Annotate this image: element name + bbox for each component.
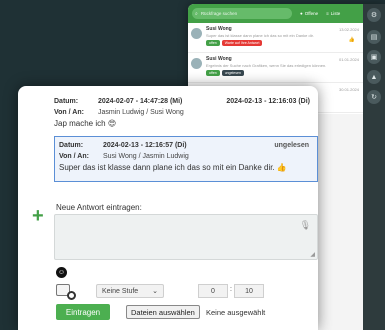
filter-list-button[interactable]: ≡ Liste [326,11,340,16]
heart-eyes-icon: 😍 [107,119,117,128]
chevron-down-icon: ⌄ [152,288,158,295]
alert-icon[interactable]: ▲ [367,70,381,84]
message-date: 30.01.2024 [338,87,359,92]
time-separator: : [230,286,232,293]
resize-handle-icon[interactable]: ◢ [310,251,315,258]
message-entry-selected[interactable]: Datum: 2024-02-13 - 12:16:57 (Di) ungele… [54,136,318,182]
date-value: 2024-02-13 - 12:16:57 (Di) [102,142,187,149]
level-select[interactable]: Keine Stufe ⌄ [96,284,164,298]
message-tags: offen Warte auf Ihre Antwort [206,40,359,46]
entry-from-to-line: Von / An: Susi Wong / Jasmin Ludwig [59,151,313,162]
right-icon-rail: ⚙ ▤ ▣ ▲ ↻ [363,4,385,330]
message-preview: Ergebnis der Suche nach Grafiken, wenn S… [206,63,327,68]
filter-open-button[interactable]: ● Offene [300,11,318,16]
message-date: 01.01.2024 [338,57,359,62]
avatar [191,28,202,39]
emoji-icon: ☺ [57,269,66,276]
message-sender: Susi Wong [206,26,232,32]
status-badge: Warte auf Ihre Antwort [221,40,263,46]
search-icon: ⌕ [195,10,198,17]
message-tags: offen ungelesen [206,70,359,76]
background-search-placeholder: Rückfrage suchen [200,11,238,16]
date-value: 2024-02-07 - 14:47:28 (Mi) [97,98,183,105]
refresh-icon[interactable]: ↻ [367,90,381,104]
thumbs-up-icon: 👍 [276,163,287,172]
list-item[interactable]: Susi Wong Super das ist klasse dann plan… [188,23,363,53]
choose-files-button[interactable]: Dateien auswählen [126,305,200,319]
date-label: Datum: [54,98,79,105]
date-label: Datum: [59,142,84,149]
reply-dialog: Datum: 2024-02-07 - 14:47:28 (Mi) 2024-0… [18,86,318,330]
status-badge: offen [206,70,220,76]
attachment-icon [67,291,76,300]
entry-from-to-line: Von / An: Jasmin Ludwig / Susi Wong [54,107,314,118]
plus-icon: + [32,205,44,227]
message-preview: Super das ist klasse dann plane ich das … [206,33,314,38]
from-to-value: Susi Wong / Jasmin Ludwig [102,153,189,160]
reply-label: Neue Antwort eintragen: [56,203,142,212]
settings-icon[interactable]: ⚙ [367,8,381,22]
message-date: 13.02.2024 [338,27,359,32]
status-badge: offen [206,40,220,46]
from-to-label: Von / An: [54,109,84,116]
message-text: Jap mache ich 😍 [54,119,117,128]
level-selected-value: Keine Stufe [102,287,139,295]
chat-icon[interactable]: ▤ [367,30,381,44]
entry-date-line: Datum: 2024-02-13 - 12:16:57 (Di) ungele… [59,140,313,151]
reply-textarea[interactable]: 🎙 ◢ [54,214,318,260]
list-item[interactable]: Susi Wong Ergebnis der Suche nach Grafik… [188,53,363,83]
folder-icon[interactable]: ▣ [367,50,381,64]
list-icon: ≡ [326,11,329,16]
message-sender: Susi Wong [206,56,232,62]
file-status: Keine ausgewählt [206,308,266,317]
hours-input[interactable]: 0 [198,284,228,298]
message-entry: Datum: 2024-02-07 - 14:47:28 (Mi) 2024-0… [54,96,314,130]
person-icon: ● [300,11,303,16]
background-top-bar: ⌕ Rückfrage suchen ● Offene ≡ Liste [188,4,385,23]
entry-date-line: Datum: 2024-02-07 - 14:47:28 (Mi) 2024-0… [54,96,314,107]
submit-button[interactable]: Eintragen [56,304,110,320]
microphone-icon[interactable]: 🎙 [300,220,311,231]
add-entry-button[interactable]: + [32,206,44,226]
date-value-right: 2024-02-13 - 12:16:03 (Di) [226,98,310,105]
avatar [191,58,202,69]
message-text: Super das ist klasse dann plane ich das … [59,163,287,172]
background-search-field[interactable]: ⌕ Rückfrage suchen [192,8,292,19]
from-to-label: Von / An: [59,153,89,160]
from-to-value: Jasmin Ludwig / Susi Wong [97,109,184,116]
emoji-button[interactable]: ☺ [56,267,67,278]
status-badge: ungelesen [221,70,244,76]
minutes-input[interactable]: 10 [234,284,264,298]
thumbs-up-icon: 👍 [348,37,355,43]
status-badge: ungelesen [274,142,309,149]
